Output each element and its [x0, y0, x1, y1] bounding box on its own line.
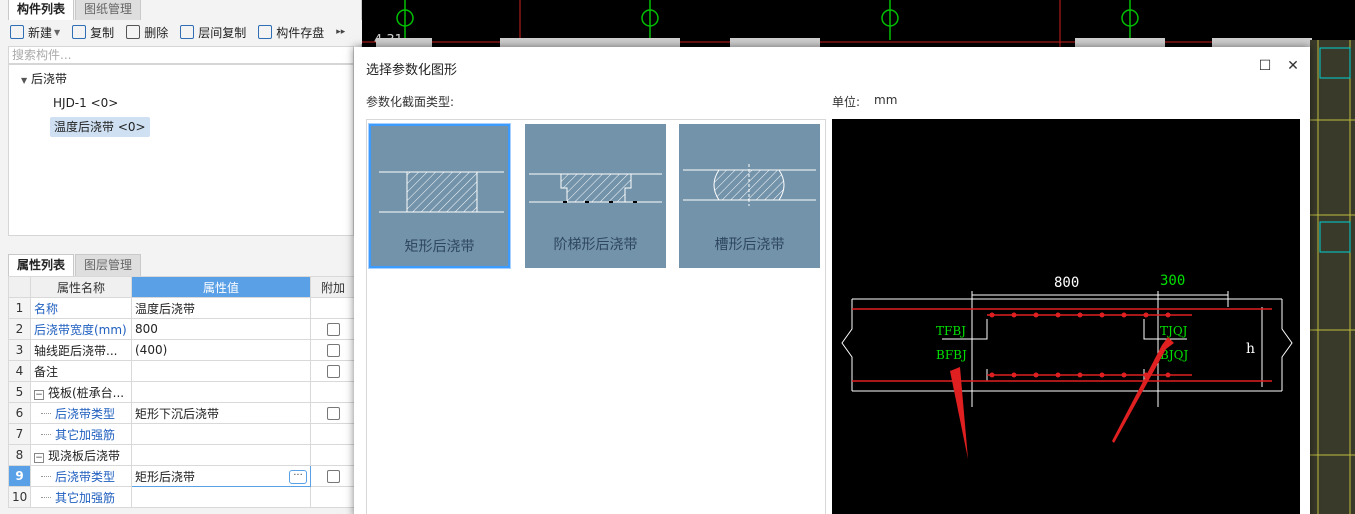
close-button[interactable]: ✕ — [1284, 57, 1302, 75]
dialog-title: 选择参数化图形 — [366, 63, 458, 78]
delete-button[interactable]: 删除 — [126, 24, 168, 41]
component-tabs: 构件列表 图纸管理 — [8, 0, 142, 20]
table-header-row: 属性名称 属性值 附加 — [8, 276, 356, 298]
unit-value: mm — [874, 93, 898, 107]
prop-value[interactable]: 矩形下沉后浇带 — [131, 402, 311, 424]
tab-property-list[interactable]: 属性列表 — [8, 254, 75, 276]
shape-rectangular[interactable]: 矩形后浇带 — [368, 123, 511, 269]
prop-value[interactable] — [131, 486, 311, 508]
prop-value[interactable]: 800 — [131, 318, 311, 340]
tab-component-list[interactable]: 构件列表 — [8, 0, 75, 20]
header-prop-value: 属性值 — [131, 276, 311, 298]
shape-stepped[interactable]: 阶梯形后浇带 — [525, 124, 666, 268]
table-row[interactable]: 4 备注 — [8, 360, 356, 382]
unit-label: 单位: — [832, 95, 861, 109]
table-row[interactable]: 1 名称 温度后浇带 — [8, 297, 356, 319]
shape-list: 矩形后浇带 阶梯形后浇带 槽形后浇带 — [366, 119, 826, 514]
shape-grooved[interactable]: 槽形后浇带 — [679, 124, 820, 268]
collapse-icon[interactable]: − — [34, 389, 44, 400]
floor-copy-button[interactable]: 层间复制 — [180, 24, 246, 41]
section-type-label: 参数化截面类型: — [366, 95, 455, 109]
select-shape-dialog: 选择参数化图形 ☐ ✕ 参数化截面类型: 单位: mm 矩形后浇带 阶梯形后浇带 — [354, 47, 1310, 514]
save-icon — [258, 25, 273, 39]
copy-icon — [72, 25, 87, 39]
header-prop-name: 属性名称 — [30, 276, 132, 298]
table-row[interactable]: 2 后浇带宽度(mm) 800 — [8, 318, 356, 340]
collapse-icon[interactable]: − — [34, 452, 44, 463]
maximize-button[interactable]: ☐ — [1256, 57, 1274, 75]
label-bfbj: BFBJ — [936, 348, 967, 362]
shape-preview: 800 300 TFBJ BFBJ TJQJ BJQJ h — [832, 119, 1300, 514]
copy-button[interactable]: 复制 — [72, 24, 114, 41]
dim-offset-label: 300 — [1160, 273, 1185, 289]
label-tjqj: TJQJ — [1160, 324, 1188, 338]
save-component-button[interactable]: 构件存盘 — [258, 24, 324, 41]
prop-value[interactable] — [131, 423, 311, 445]
component-tree: ▼ 后浇带 HJD-1 <0> 温度后浇带 <0> — [8, 64, 354, 236]
search-input[interactable]: 搜索构件... — [8, 46, 354, 64]
tree-item-hjd1[interactable]: HJD-1 <0> — [53, 93, 118, 113]
table-row[interactable]: 7 其它加强筋 — [8, 423, 356, 445]
tree-item-temperature[interactable]: 温度后浇带 <0> — [50, 117, 150, 137]
checkbox[interactable] — [326, 364, 340, 378]
checkbox[interactable] — [326, 469, 340, 483]
property-tabs: 属性列表 图层管理 — [8, 254, 142, 276]
trash-icon — [126, 25, 141, 39]
table-row[interactable]: 6 后浇带类型 矩形下沉后浇带 — [8, 402, 356, 424]
prop-value-editing[interactable]: 矩形后浇带 ··· — [131, 465, 311, 487]
cad-level-label: 4.31 — [374, 33, 403, 48]
tab-layer-manage[interactable]: 图层管理 — [75, 254, 142, 276]
checkbox[interactable] — [326, 322, 340, 336]
header-extra: 附加 — [310, 276, 356, 298]
floor-copy-icon — [180, 25, 195, 39]
new-icon — [10, 25, 24, 39]
tree-root[interactable]: ▼ 后浇带 — [21, 69, 67, 91]
table-row[interactable]: 3 轴线距后浇带... (400) — [8, 339, 356, 361]
prop-value[interactable] — [131, 360, 311, 382]
checkbox[interactable] — [326, 406, 340, 420]
preview-drawing: 800 300 TFBJ BFBJ TJQJ BJQJ h — [841, 273, 1293, 459]
more-icon[interactable]: ▸▸ — [336, 27, 345, 37]
left-panel: 构件列表 图纸管理 新建 ▼ 复制 删除 层间复制 构件存盘 ▸▸ 搜索构件..… — [0, 0, 362, 514]
label-tfbj: TFBJ — [936, 324, 966, 338]
checkbox[interactable] — [326, 343, 340, 357]
table-row[interactable]: 10 其它加强筋 — [8, 486, 356, 508]
table-row[interactable]: 9 后浇带类型 矩形后浇带 ··· — [8, 465, 356, 487]
prop-value[interactable]: (400) — [131, 339, 311, 361]
property-table: 属性名称 属性值 附加 1 名称 温度后浇带 2 后浇带宽度(mm) 800 3… — [8, 276, 356, 508]
tab-drawing-manage[interactable]: 图纸管理 — [75, 0, 142, 20]
ellipsis-button[interactable]: ··· — [289, 469, 307, 484]
table-row[interactable]: 8 − 现浇板后浇带 — [8, 444, 356, 466]
prop-value[interactable]: 温度后浇带 — [131, 297, 311, 319]
chevron-down-icon[interactable]: ▼ — [21, 76, 27, 85]
chevron-down-icon[interactable]: ▼ — [54, 28, 60, 37]
table-row[interactable]: 5 − 筏板(桩承台... — [8, 381, 356, 403]
new-button[interactable]: 新建 ▼ — [10, 24, 60, 41]
dim-width-label: 800 — [1054, 275, 1079, 291]
label-h: h — [1246, 341, 1255, 357]
header-num — [8, 276, 31, 298]
component-toolbar: 新建 ▼ 复制 删除 层间复制 构件存盘 ▸▸ — [0, 20, 362, 44]
